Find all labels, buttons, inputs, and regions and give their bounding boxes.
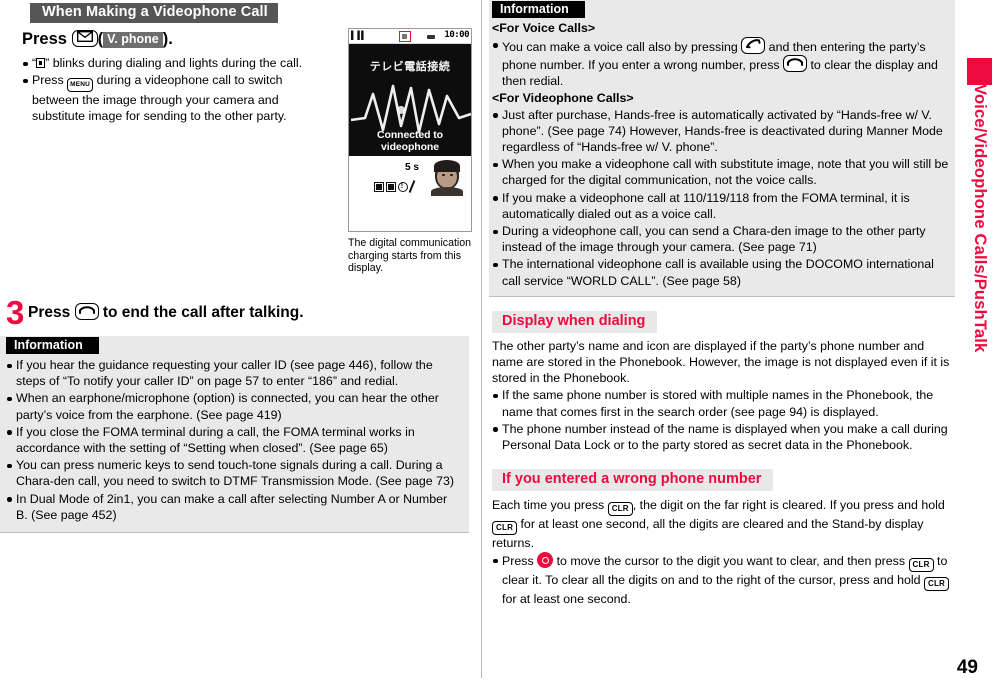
list-item: Press MENU during a videophone call to s… bbox=[22, 72, 332, 124]
phone-display: ▌▐▐ 10:00 テレビ電話接続 Connected to videophon… bbox=[348, 28, 472, 232]
list-item: When an earphone/microphone (option) is … bbox=[6, 390, 459, 422]
display-dialing-intro: The other party’s name and icon are disp… bbox=[492, 338, 950, 386]
signal-icon: ▌▐▐ bbox=[351, 31, 363, 40]
phone-lower-area: 5 s bbox=[349, 156, 471, 231]
videophone-record-icon bbox=[399, 30, 411, 42]
list-item: You can press numeric keys to send touch… bbox=[6, 457, 459, 489]
clear-key-icon: CLR bbox=[607, 502, 633, 517]
text-part: Each time you press bbox=[492, 498, 608, 513]
display-when-dialing-block: Display when dialing The other party’s n… bbox=[489, 310, 955, 453]
text-part: You can make a voice call also by pressi… bbox=[502, 39, 742, 54]
phone-status-bar: ▌▐▐ 10:00 bbox=[349, 29, 471, 44]
videophone-status-icon bbox=[36, 58, 46, 68]
voice-call-list: You can make a voice call also by pressi… bbox=[492, 36, 949, 90]
display-dialing-list: If the same phone number is stored with … bbox=[492, 387, 954, 453]
step3-text-pre: Press bbox=[28, 304, 75, 321]
wrong-number-list: Press to move the cursor to the digit yo… bbox=[492, 552, 954, 607]
phone-mini-icons bbox=[374, 181, 408, 192]
column-divider bbox=[481, 0, 482, 678]
bullet-text-pre: Press bbox=[32, 73, 68, 88]
information-title: Information bbox=[492, 1, 585, 18]
end-call-key-icon bbox=[74, 303, 99, 320]
mail-key-icon bbox=[71, 30, 98, 47]
text-part: for at least one second, all the digits … bbox=[492, 517, 924, 551]
menu-key-icon: MENU bbox=[67, 78, 94, 93]
side-tab-label: Voice/Videophone Calls/PushTalk bbox=[971, 84, 989, 353]
subheading-videophone-calls: <For Videophone Calls> bbox=[492, 91, 634, 106]
list-item: The phone number instead of the name is … bbox=[492, 421, 954, 453]
image-send-icon bbox=[374, 182, 384, 192]
information-panel-right: Information <For Voice Calls> You can ma… bbox=[489, 0, 955, 297]
list-item: If you close the FOMA terminal during a … bbox=[6, 424, 459, 456]
phone-figure-caption: The digital communication charging start… bbox=[348, 237, 472, 275]
bullet-text: ” blinks during dialing and lights durin… bbox=[45, 56, 303, 70]
call-duration: 5 s bbox=[405, 162, 419, 173]
clock-label: 10:00 bbox=[444, 30, 469, 40]
press-label: Press bbox=[22, 30, 67, 48]
right-column: Information <For Voice Calls> You can ma… bbox=[489, 0, 955, 609]
list-item: If you hear the guidance requesting your… bbox=[6, 357, 459, 389]
clear-key-icon: CLR bbox=[492, 521, 518, 536]
wrong-number-block: If you entered a wrong phone number Each… bbox=[489, 469, 955, 607]
softkey-v-phone: V. phone bbox=[103, 32, 163, 48]
list-item: If the same phone number is stored with … bbox=[492, 387, 954, 419]
left-column: When Making a Videophone Call Press (V. … bbox=[0, 0, 478, 534]
video-label-jp: テレビ電話接続 bbox=[369, 60, 451, 73]
side-tab: Voice/Videophone Calls/PushTalk bbox=[967, 0, 1004, 697]
list-item: You can make a voice call also by pressi… bbox=[492, 36, 949, 90]
clear-key-icon: CLR bbox=[923, 577, 950, 592]
videophone-call-list: Just after purchase, Hands-free is autom… bbox=[492, 107, 949, 289]
subheading-voice-calls: <For Voice Calls> bbox=[492, 21, 596, 35]
battery-icon bbox=[427, 35, 435, 39]
page-number: 49 bbox=[956, 657, 978, 678]
list-item: When you make a videophone call with sub… bbox=[492, 156, 949, 188]
manual-page: When Making a Videophone Call Press (V. … bbox=[0, 0, 1004, 697]
end-call-key-icon bbox=[783, 54, 808, 72]
info-icon bbox=[398, 181, 408, 192]
side-tab-marker bbox=[967, 58, 992, 85]
list-item: Just after purchase, Hands-free is autom… bbox=[492, 107, 949, 156]
text-part: , the digit on the far right is cleared.… bbox=[632, 498, 945, 513]
list-item: In Dual Mode of 2in1, you can make a cal… bbox=[6, 491, 459, 523]
paren-close: ). bbox=[162, 30, 173, 48]
list-item: “” blinks during dialing and lights duri… bbox=[22, 55, 332, 71]
text-part: Press bbox=[502, 554, 538, 569]
step3-text-post: to end the call after talking. bbox=[98, 304, 304, 321]
text-part: to move the cursor to the digit you want… bbox=[553, 554, 909, 569]
list-item: If you make a videophone call at 110/119… bbox=[492, 190, 949, 222]
information-title: Information bbox=[6, 337, 99, 354]
caller-avatar bbox=[431, 158, 463, 196]
phone-screenshot-figure: ▌▐▐ 10:00 テレビ電話接続 Connected to videophon… bbox=[348, 28, 472, 275]
section-title-videophone: When Making a Videophone Call bbox=[30, 3, 278, 23]
list-item: During a videophone call, you can send a… bbox=[492, 223, 949, 255]
section-title-wrong-number: If you entered a wrong phone number bbox=[492, 469, 774, 492]
step-number: 3 bbox=[6, 294, 25, 331]
call-key-icon bbox=[741, 36, 766, 54]
navigation-key-icon bbox=[537, 552, 554, 569]
information-list: If you hear the guidance requesting your… bbox=[6, 357, 459, 523]
list-item: Press to move the cursor to the digit yo… bbox=[492, 552, 954, 607]
camera-icon bbox=[386, 182, 396, 192]
clear-key-icon: CLR bbox=[908, 558, 934, 573]
step-3-block: 3 Press to end the call after talking. bbox=[6, 294, 346, 331]
information-panel-left: Information If you hear the guidance req… bbox=[0, 336, 469, 534]
video-caption: Connected to videophone bbox=[377, 129, 443, 153]
list-item: The international videophone call is ava… bbox=[492, 256, 949, 288]
phone-video-area: テレビ電話接続 Connected to videophone bbox=[349, 44, 471, 156]
text-part: for at least one second. bbox=[502, 592, 631, 607]
section-title-display-dialing: Display when dialing bbox=[492, 310, 658, 333]
wrong-number-intro: Each time you press CLR, the digit on th… bbox=[492, 497, 954, 551]
handset-icon bbox=[408, 180, 416, 193]
